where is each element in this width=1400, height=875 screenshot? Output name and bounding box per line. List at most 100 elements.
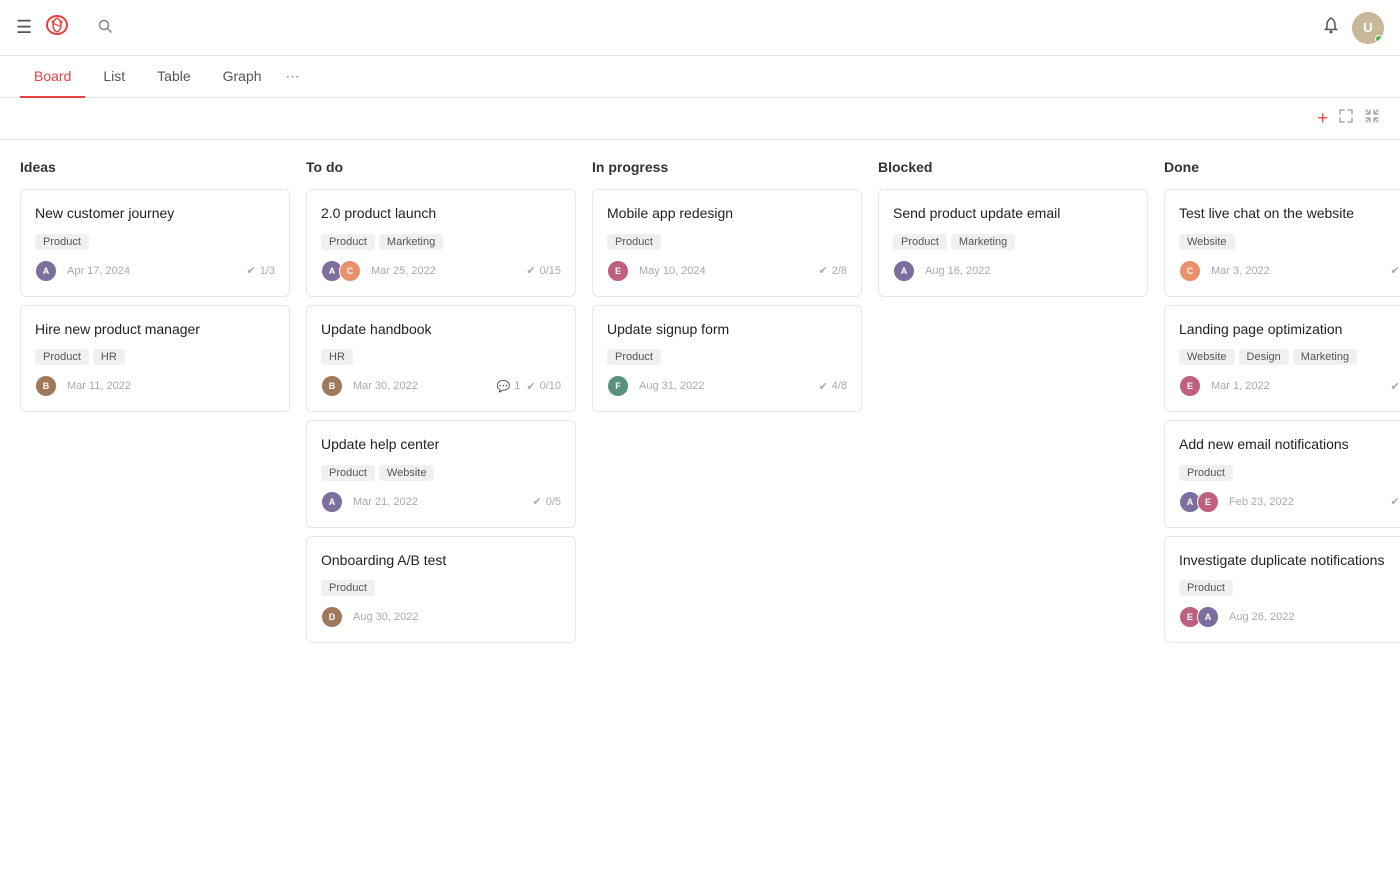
column-title: Blocked bbox=[878, 159, 1102, 175]
collapse-board-icon[interactable] bbox=[1364, 108, 1380, 129]
search-area[interactable] bbox=[98, 19, 118, 36]
card[interactable]: Hire new product manager ProductHR B Mar 11… bbox=[20, 305, 290, 413]
card[interactable]: Send product update email ProductMarketin… bbox=[878, 189, 1148, 297]
tag: Product bbox=[321, 465, 375, 481]
column-header: In progress + ⋯ bbox=[592, 156, 862, 177]
avatar-group: C bbox=[1179, 260, 1201, 282]
card-footer: D Aug 30, 2022 bbox=[321, 606, 561, 628]
card-tags: ProductMarketing bbox=[893, 234, 1133, 250]
column-header: Blocked + ⋯ bbox=[878, 156, 1148, 177]
avatar-group: AC bbox=[321, 260, 361, 282]
tag: Product bbox=[321, 580, 375, 596]
tab-list[interactable]: List bbox=[89, 56, 139, 98]
card-title: Add new email notifications bbox=[1179, 435, 1400, 455]
tab-table[interactable]: Table bbox=[143, 56, 204, 98]
card-check-count: ✔ 5/5 bbox=[1390, 495, 1400, 508]
column-header: Ideas + ⋯ bbox=[20, 156, 290, 177]
card-date: Mar 3, 2022 bbox=[1211, 265, 1270, 277]
card[interactable]: Update help centerProductWebsiteAMar 21,… bbox=[306, 420, 576, 528]
card-date: Mar 11, 2022 bbox=[67, 380, 131, 392]
card-tags: Website bbox=[1179, 234, 1400, 250]
card-date: May 10, 2024 bbox=[639, 265, 706, 277]
card[interactable]: Onboarding A/B test Product D Aug 30, 2022 bbox=[306, 536, 576, 644]
menu-icon[interactable]: ☰ bbox=[16, 17, 32, 38]
card-title: Send product update email bbox=[893, 204, 1133, 224]
column-add-btn[interactable]: + bbox=[248, 157, 264, 177]
card-tags: HR bbox=[321, 349, 561, 365]
card-footer: AApr 17, 2024✔ 1/3 bbox=[35, 260, 275, 282]
avatar: A bbox=[35, 260, 57, 282]
tab-graph[interactable]: Graph bbox=[209, 56, 276, 98]
card[interactable]: Investigate duplicate notifications Produ… bbox=[1164, 536, 1400, 644]
check-icon: ✔ bbox=[1390, 380, 1399, 393]
card-title: Mobile app redesign bbox=[607, 204, 847, 224]
avatar: A bbox=[321, 491, 343, 513]
tab-board[interactable]: Board bbox=[20, 56, 85, 98]
expand-board-icon[interactable] bbox=[1338, 108, 1354, 129]
card[interactable]: 2.0 product launchProductMarketingACMar … bbox=[306, 189, 576, 297]
notifications-bell[interactable] bbox=[1322, 16, 1340, 39]
check-icon: ✔ bbox=[1390, 264, 1399, 277]
card-check-count: ✔ 3/3 bbox=[1390, 380, 1400, 393]
column-more-btn[interactable]: ⋯ bbox=[554, 156, 576, 177]
brain-icon bbox=[44, 12, 70, 44]
card-tags: ProductHR bbox=[35, 349, 275, 365]
column-title: In progress bbox=[592, 159, 816, 175]
tag: Product bbox=[35, 234, 89, 250]
card-footer: AAug 16, 2022 bbox=[893, 260, 1133, 282]
card-footer: AEFeb 23, 2022✔ 5/5 bbox=[1179, 491, 1400, 513]
check-icon: ✔ bbox=[526, 380, 535, 393]
card[interactable]: New customer journeyProductAApr 17, 2024… bbox=[20, 189, 290, 297]
card-title: Onboarding A/B test bbox=[321, 551, 561, 571]
column-more-btn[interactable]: ⋯ bbox=[1126, 156, 1148, 177]
column-done: Done + ⋯ Test live chat on the websiteWe… bbox=[1164, 156, 1400, 651]
card[interactable]: Add new email notifications Product AEFeb … bbox=[1164, 420, 1400, 528]
avatar: B bbox=[35, 375, 57, 397]
card-title: Investigate duplicate notifications bbox=[1179, 551, 1400, 571]
logo[interactable] bbox=[44, 12, 78, 44]
user-avatar[interactable]: U bbox=[1352, 12, 1384, 44]
card-tags: WebsiteDesignMarketing bbox=[1179, 349, 1400, 365]
column-add-btn[interactable]: + bbox=[534, 157, 550, 177]
card-footer: FAug 31, 2022✔ 4/8 bbox=[607, 375, 847, 397]
column-more-btn[interactable]: ⋯ bbox=[268, 156, 290, 177]
column-add-btn[interactable]: + bbox=[1106, 157, 1122, 177]
add-column-icon[interactable]: + bbox=[1317, 108, 1328, 129]
card-title: Test live chat on the website bbox=[1179, 204, 1400, 224]
card-tags: ProductMarketing bbox=[321, 234, 561, 250]
avatar-group: A bbox=[35, 260, 57, 282]
card-comment-count: 💬 1 bbox=[497, 380, 521, 393]
column-add-btn[interactable]: + bbox=[820, 157, 836, 177]
avatar-group: D bbox=[321, 606, 343, 628]
card[interactable]: Landing page optimizationWebsiteDesignMa… bbox=[1164, 305, 1400, 413]
tab-more-icon[interactable]: ⋯ bbox=[280, 60, 306, 93]
card-footer: ACMar 25, 2022✔ 0/15 bbox=[321, 260, 561, 282]
card-footer: C Mar 3, 2022 ✔ 7/7 bbox=[1179, 260, 1400, 282]
column-blocked: Blocked + ⋯ Send product update email Pro… bbox=[878, 156, 1148, 305]
check-icon: ✔ bbox=[818, 380, 827, 393]
column-add-btn[interactable]: + bbox=[1392, 157, 1400, 177]
tag: Product bbox=[607, 349, 661, 365]
card-tags: Product bbox=[1179, 580, 1400, 596]
avatar: E bbox=[607, 260, 629, 282]
card-tags: Product bbox=[1179, 465, 1400, 481]
card[interactable]: Update signup formProductFAug 31, 2022✔ … bbox=[592, 305, 862, 413]
card-date: Mar 25, 2022 bbox=[371, 265, 436, 277]
card[interactable]: Test live chat on the website Website C Mar… bbox=[1164, 189, 1400, 297]
card-date: Mar 1, 2022 bbox=[1211, 380, 1270, 392]
card-check-count: ✔ 7/7 bbox=[1390, 264, 1400, 277]
card-date: Aug 30, 2022 bbox=[353, 611, 418, 623]
card-title: Hire new product manager bbox=[35, 320, 275, 340]
column-more-btn[interactable]: ⋯ bbox=[840, 156, 862, 177]
card-footer: B Mar 11, 2022 bbox=[35, 375, 275, 397]
card-tags: Product bbox=[321, 580, 561, 596]
tag: Product bbox=[607, 234, 661, 250]
avatar-group: E bbox=[1179, 375, 1201, 397]
card-tags: Product bbox=[607, 349, 847, 365]
card[interactable]: Mobile app redesignProductEMay 10, 2024✔… bbox=[592, 189, 862, 297]
card-tags: ProductWebsite bbox=[321, 465, 561, 481]
card[interactable]: Update handbookHRBMar 30, 2022💬 1✔ 0/10 bbox=[306, 305, 576, 413]
tag: Marketing bbox=[379, 234, 443, 250]
avatar-group: F bbox=[607, 375, 629, 397]
tag: HR bbox=[93, 349, 125, 365]
